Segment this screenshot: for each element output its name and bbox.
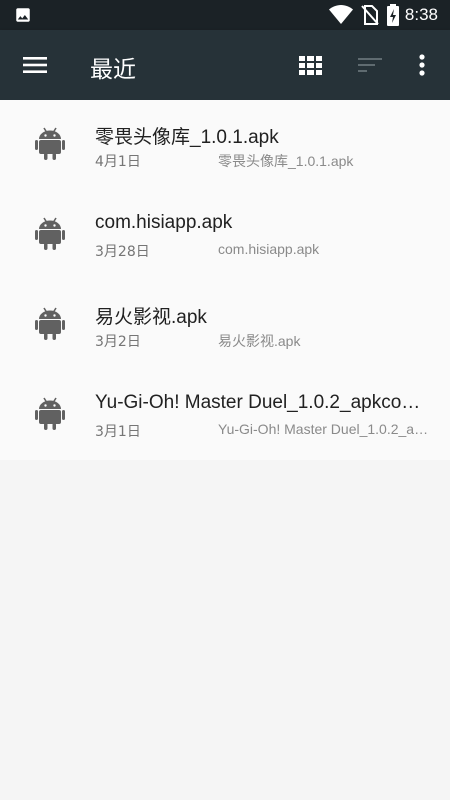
app-bar: 最近	[0, 30, 450, 100]
file-date: 3月1日	[95, 424, 141, 440]
file-name: com.hisiapp.apk	[95, 212, 233, 233]
file-path: 易火影视.apk	[218, 333, 301, 349]
file-list-item[interactable]: Yu-Gi-Oh! Master Duel_1.0.2_apkco… 3月1日 …	[0, 370, 450, 460]
file-path: Yu-Gi-Oh! Master Duel_1.0.2_a…	[218, 421, 429, 437]
image-icon	[14, 6, 32, 24]
status-bar: 8:38	[0, 0, 450, 30]
grid-view-icon[interactable]	[298, 52, 324, 78]
android-icon	[35, 217, 65, 251]
android-icon	[35, 127, 65, 161]
file-list-item[interactable]: 零畏头像库_1.0.1.apk 4月1日 零畏头像库_1.0.1.apk	[0, 100, 450, 190]
wifi-icon	[328, 5, 353, 25]
android-icon	[35, 397, 65, 431]
no-sim-icon	[361, 5, 379, 25]
status-clock: 8:38	[404, 5, 438, 24]
file-name: Yu-Gi-Oh! Master Duel_1.0.2_apkco…	[95, 392, 421, 413]
battery-charging-icon	[386, 4, 399, 26]
file-name: 易火影视.apk	[95, 307, 207, 328]
file-list-item[interactable]: 易火影视.apk 3月2日 易火影视.apk	[0, 280, 450, 370]
file-date: 4月1日	[95, 154, 141, 170]
more-vert-icon[interactable]	[412, 50, 432, 80]
sort-icon[interactable]	[356, 52, 384, 78]
file-name: 零畏头像库_1.0.1.apk	[95, 127, 279, 148]
status-icons: 8:38	[321, 4, 438, 26]
file-date: 3月28日	[95, 244, 150, 260]
file-list: 零畏头像库_1.0.1.apk 4月1日 零畏头像库_1.0.1.apk com…	[0, 100, 450, 460]
file-path: com.hisiapp.apk	[218, 241, 320, 257]
file-list-item[interactable]: com.hisiapp.apk 3月28日 com.hisiapp.apk	[0, 190, 450, 280]
file-date: 3月2日	[95, 334, 141, 350]
file-path: 零畏头像库_1.0.1.apk	[218, 153, 354, 169]
hamburger-menu-icon[interactable]	[20, 51, 50, 79]
page-title: 最近	[90, 57, 136, 83]
android-icon	[35, 307, 65, 341]
